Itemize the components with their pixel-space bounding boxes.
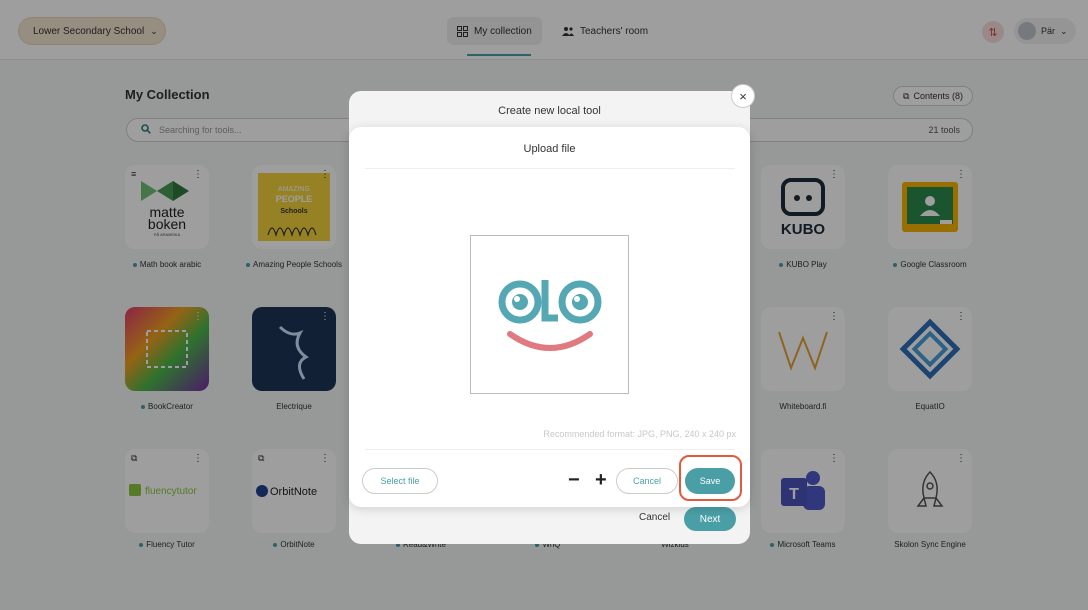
select-file-button[interactable]: Select file — [362, 468, 438, 494]
dialog-title: Upload file — [523, 143, 576, 155]
upload-file-dialog: Upload file Recommended format: JPG, PNG… — [349, 127, 750, 507]
cancel-link[interactable]: Cancel — [639, 512, 670, 523]
format-hint: Recommended format: JPG, PNG, 240 x 240 … — [543, 429, 736, 439]
close-icon[interactable]: × — [731, 84, 755, 108]
next-button[interactable]: Next — [684, 507, 736, 531]
image-preview[interactable] — [470, 235, 629, 394]
dialog-title: Create new local tool — [498, 105, 601, 117]
zoom-in-button[interactable]: + — [595, 468, 607, 492]
divider — [365, 449, 735, 450]
olo-logo — [498, 279, 601, 351]
divider — [365, 168, 735, 169]
save-button[interactable]: Save — [685, 468, 735, 494]
cancel-button[interactable]: Cancel — [616, 468, 678, 494]
zoom-out-button[interactable]: − — [568, 468, 580, 492]
